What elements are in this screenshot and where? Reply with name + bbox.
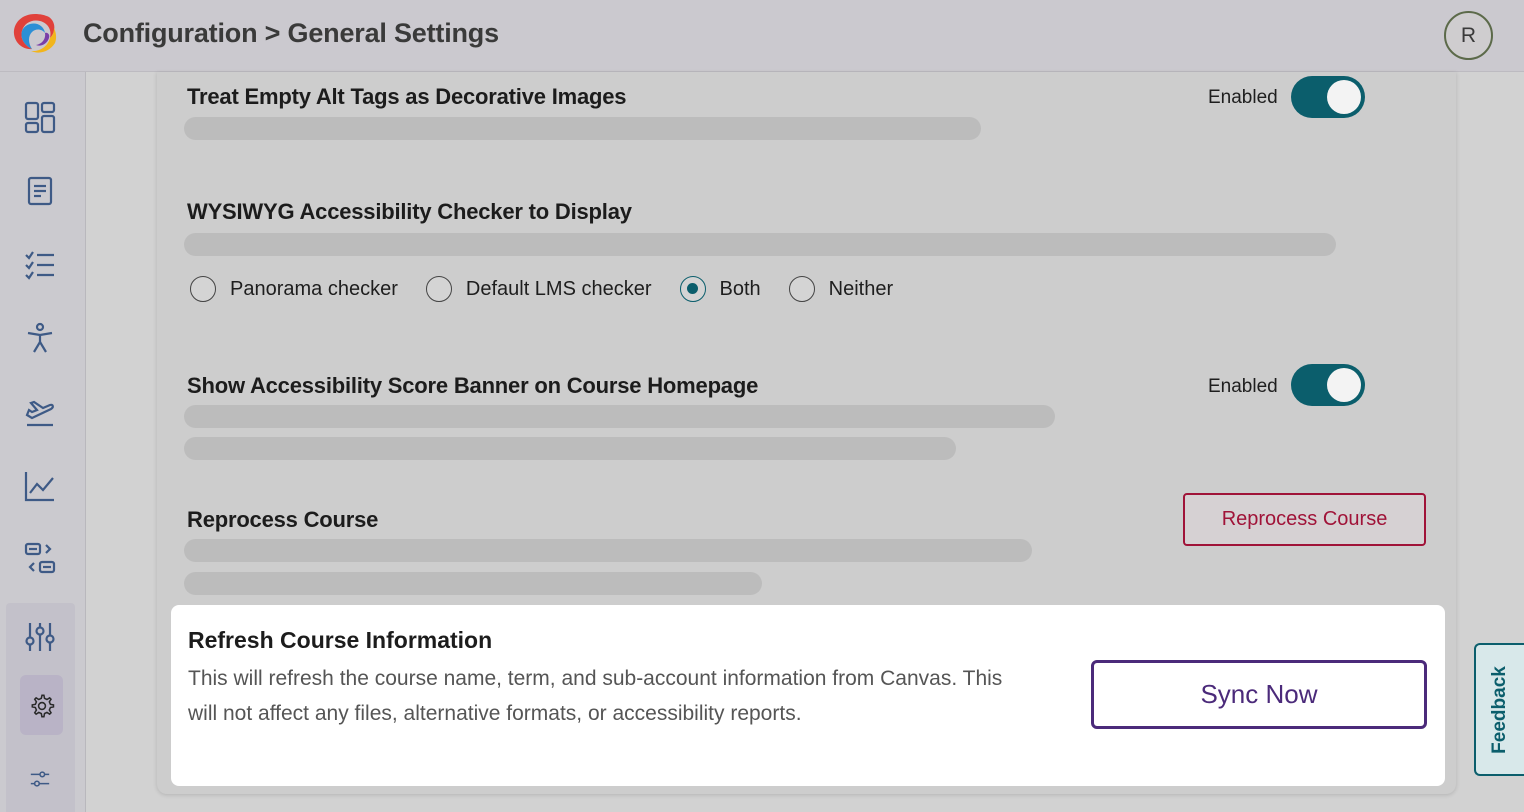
dashboard-icon xyxy=(24,101,56,134)
score-banner-toggle[interactable] xyxy=(1291,364,1365,406)
sidebar-item-checklist[interactable] xyxy=(0,236,80,292)
skeleton-line xyxy=(184,117,981,140)
sync-now-button[interactable]: Sync Now xyxy=(1091,660,1427,729)
radio-neither[interactable]: Neither xyxy=(788,276,894,302)
page-title: Configuration > General Settings xyxy=(83,18,499,48)
toggle-knob xyxy=(1327,368,1361,402)
radio-circle-selected[interactable] xyxy=(679,276,706,302)
radio-label: Default LMS checker xyxy=(465,277,652,300)
radio-label: Both xyxy=(719,277,761,300)
toggle-label-empty-alt: Enabled xyxy=(1208,87,1278,108)
sidebar-item-preferences[interactable] xyxy=(0,751,80,807)
gear-icon xyxy=(31,694,55,718)
sidebar-item-transfer[interactable] xyxy=(0,530,80,586)
sidebar-item-general-settings[interactable] xyxy=(2,678,82,734)
radio-panorama-checker[interactable]: Panorama checker xyxy=(190,276,398,302)
sidebar-item-dashboard[interactable] xyxy=(0,89,80,145)
wysiwyg-checker-radio-group: Panorama checker Default LMS checker Bot… xyxy=(190,276,921,302)
radio-label: Neither xyxy=(828,277,894,300)
setting-title-score-banner: Show Accessibility Score Banner on Cours… xyxy=(187,373,759,398)
feedback-label: Feedback xyxy=(1489,665,1510,754)
sidebar-item-analytics[interactable] xyxy=(0,458,80,514)
top-bar: Configuration > General Settings R xyxy=(0,0,1524,72)
setting-title-reprocess: Reprocess Course xyxy=(187,507,379,532)
refresh-course-description: This will refresh the course name, term,… xyxy=(188,667,1003,725)
radio-default-lms-checker[interactable]: Default LMS checker xyxy=(425,276,652,302)
accessibility-icon xyxy=(27,322,53,353)
setting-title-empty-alt: Treat Empty Alt Tags as Decorative Image… xyxy=(187,84,627,109)
sidebar-item-content[interactable] xyxy=(0,163,80,219)
reprocess-course-button[interactable]: Reprocess Course xyxy=(1183,493,1426,546)
document-icon xyxy=(27,176,53,206)
transfer-icon xyxy=(24,542,56,574)
refresh-course-panel: Refresh Course Information This will ref… xyxy=(171,605,1445,786)
sidebar-item-flights[interactable] xyxy=(0,384,80,440)
radio-circle[interactable] xyxy=(788,276,815,302)
sliders-vertical-icon xyxy=(25,623,55,651)
radio-both[interactable]: Both xyxy=(679,276,761,302)
plane-takeoff-icon xyxy=(25,400,54,427)
toggle-label-score-banner: Enabled xyxy=(1208,376,1278,397)
sidebar-item-configuration[interactable] xyxy=(0,609,80,665)
feedback-tab[interactable]: Feedback xyxy=(1474,643,1524,776)
skeleton-line xyxy=(184,572,762,595)
skeleton-line xyxy=(184,437,956,460)
app-logo-icon[interactable] xyxy=(10,10,60,56)
sliders-horizontal-icon xyxy=(30,771,50,787)
setting-title-wysiwyg: WYSIWYG Accessibility Checker to Display xyxy=(187,199,632,224)
toggle-knob xyxy=(1327,80,1361,114)
sidebar xyxy=(0,72,86,812)
checklist-icon xyxy=(25,251,54,280)
line-chart-icon xyxy=(24,472,54,502)
empty-alt-toggle[interactable] xyxy=(1291,76,1365,118)
radio-circle[interactable] xyxy=(425,276,452,302)
skeleton-line xyxy=(184,405,1055,428)
radio-label: Panorama checker xyxy=(230,277,398,300)
skeleton-line xyxy=(184,539,1032,562)
radio-circle[interactable] xyxy=(190,276,216,302)
user-avatar[interactable]: R xyxy=(1444,11,1493,60)
skeleton-line xyxy=(184,233,1336,256)
refresh-course-title: Refresh Course Information xyxy=(188,627,493,653)
sidebar-item-accessibility[interactable] xyxy=(0,310,80,366)
